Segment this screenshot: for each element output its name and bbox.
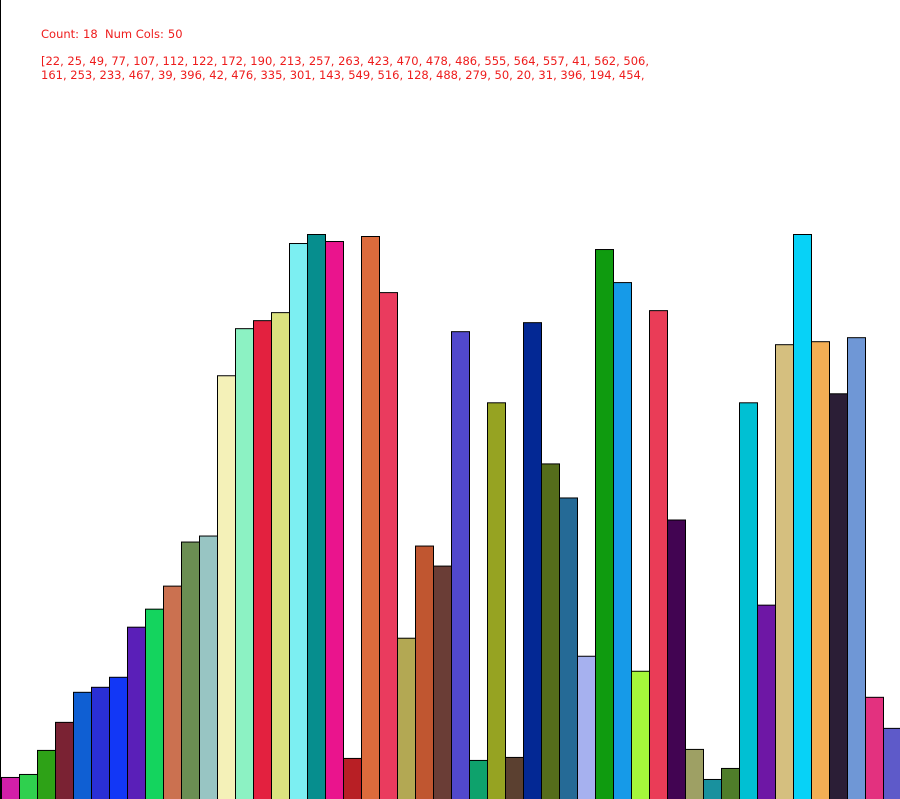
bar-8 [145,608,164,799]
bar-13 [235,328,254,799]
bar-33 [595,249,614,799]
bar-29 [523,322,542,799]
bar-5 [91,686,110,799]
bar-23 [415,545,434,799]
bar-chart: Count: 18 Num Cols: 50 [22, 25, 49, 77, 10… [0,0,900,799]
bar-20 [361,236,380,799]
bar-0 [1,776,20,799]
bar-17 [307,234,326,799]
bar-31 [559,497,578,799]
bar-49 [883,727,900,799]
bar-39 [703,778,722,799]
bar-30 [541,463,560,799]
bar-4 [73,691,92,799]
bar-10 [181,541,200,799]
bar-44 [793,234,812,799]
bar-43 [775,344,794,799]
bar-46 [829,393,848,799]
bar-2 [37,749,56,799]
bar-6 [109,676,128,799]
bar-7 [127,626,146,799]
plot-area [0,0,900,799]
bar-18 [325,241,344,799]
bar-1 [19,773,38,799]
bar-24 [433,565,452,799]
bar-45 [811,341,830,799]
bar-36 [649,310,668,799]
bar-42 [757,604,776,799]
bar-19 [343,757,362,799]
bar-40 [721,767,740,799]
bar-21 [379,292,398,799]
bar-27 [487,402,506,799]
bar-38 [685,748,704,799]
bar-28 [505,756,524,799]
bar-11 [199,535,218,799]
bar-48 [865,696,884,799]
bar-25 [451,331,470,799]
bar-15 [271,312,290,799]
bar-37 [667,519,686,799]
bar-16 [289,243,308,799]
bar-32 [577,655,596,799]
bar-35 [631,670,650,799]
bar-34 [613,282,632,799]
bar-12 [217,375,236,799]
bar-41 [739,402,758,799]
bar-47 [847,337,866,799]
bar-14 [253,320,272,799]
bar-9 [163,585,182,799]
bar-26 [469,759,488,799]
bar-22 [397,637,416,799]
bar-3 [55,721,74,799]
